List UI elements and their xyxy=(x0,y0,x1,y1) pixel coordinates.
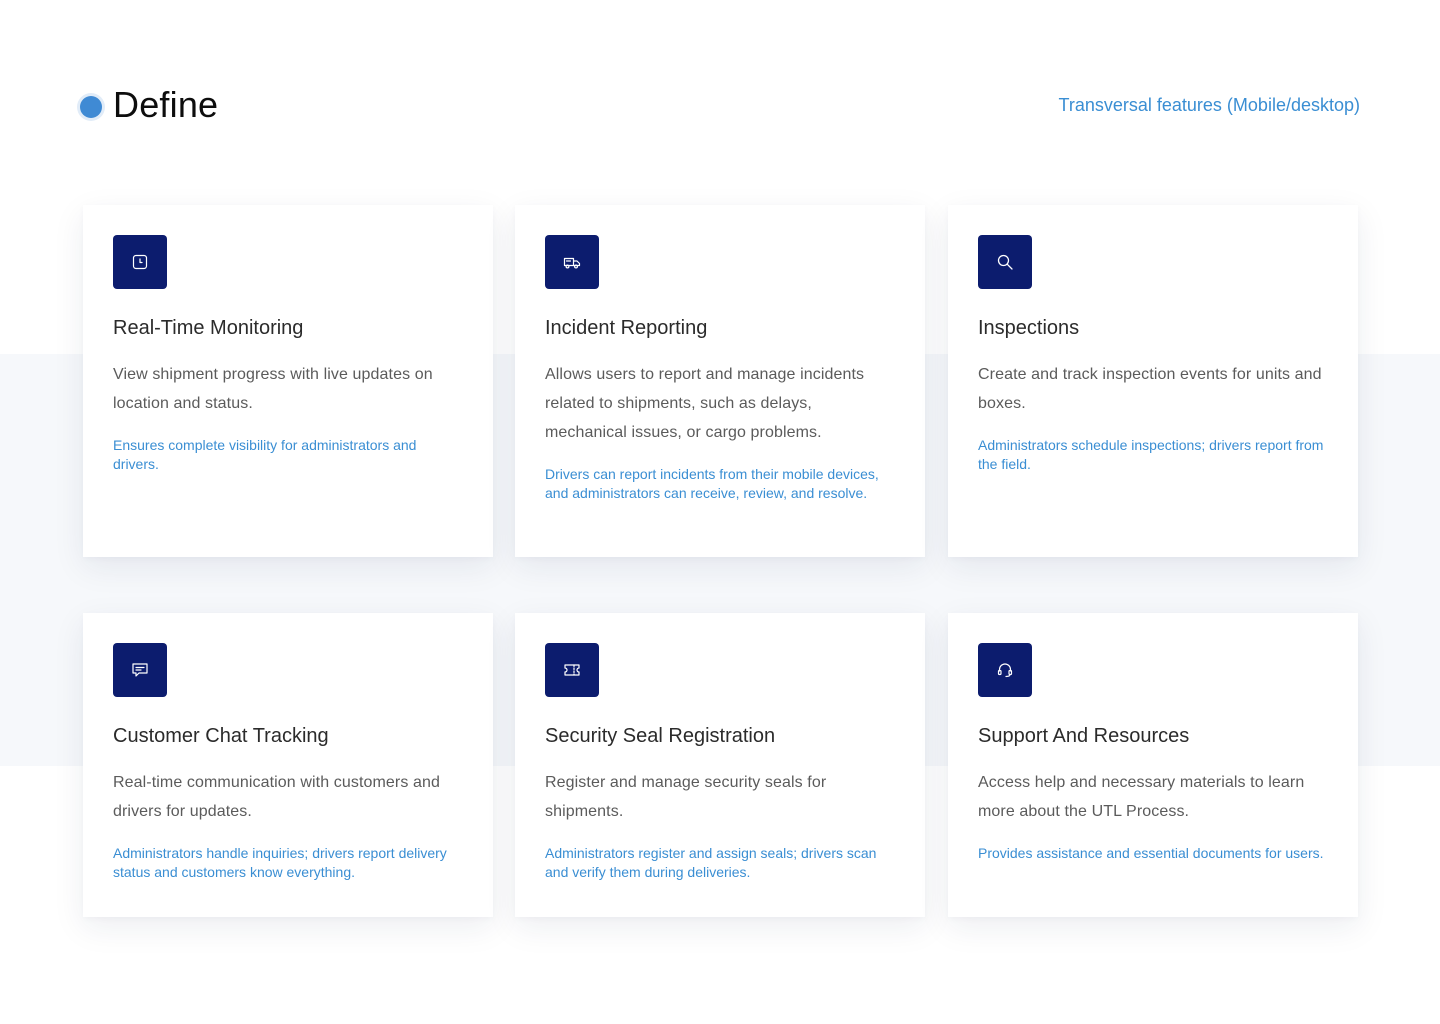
feature-card-security-seal-registration: Security Seal Registration Register and … xyxy=(515,613,925,917)
transversal-features-link[interactable]: Transversal features (Mobile/desktop) xyxy=(1059,95,1360,116)
card-title: Real-Time Monitoring xyxy=(113,317,304,339)
seal-ticket-icon xyxy=(545,643,599,697)
card-note: Administrators schedule inspections; dri… xyxy=(978,437,1324,472)
search-icon xyxy=(978,235,1032,289)
card-title: Inspections xyxy=(978,317,1080,339)
bullet-dot-icon xyxy=(80,96,102,118)
card-description: Allows users to report and manage incide… xyxy=(545,366,865,441)
headset-icon xyxy=(978,643,1032,697)
card-description: Create and track inspection events for u… xyxy=(978,366,1322,412)
card-note: Provides assistance and essential docume… xyxy=(978,845,1324,861)
clock-icon xyxy=(113,235,167,289)
card-note: Drivers can report incidents from their … xyxy=(545,466,879,501)
feature-card-real-time-monitoring: Real-Time Monitoring View shipment progr… xyxy=(83,205,493,557)
card-description: Real-time communication with customers a… xyxy=(113,774,440,820)
page-header: Define Transversal features (Mobile/desk… xyxy=(80,82,1360,132)
chat-icon xyxy=(113,643,167,697)
card-description: Access help and necessary materials to l… xyxy=(978,774,1305,820)
feature-card-support-and-resources: Support And Resources Access help and ne… xyxy=(948,613,1358,917)
card-note: Administrators register and assign seals… xyxy=(545,845,877,880)
feature-card-incident-reporting: Incident Reporting Allows users to repor… xyxy=(515,205,925,557)
card-note: Ensures complete visibility for administ… xyxy=(113,437,417,472)
truck-icon xyxy=(545,235,599,289)
feature-card-inspections: Inspections Create and track inspection … xyxy=(948,205,1358,557)
card-title: Customer Chat Tracking xyxy=(113,725,329,747)
card-title: Incident Reporting xyxy=(545,317,708,339)
feature-card-customer-chat-tracking: Customer Chat Tracking Real-time communi… xyxy=(83,613,493,917)
card-note: Administrators handle inquiries; drivers… xyxy=(113,845,447,880)
card-title: Security Seal Registration xyxy=(545,725,776,747)
card-description: Register and manage security seals for s… xyxy=(545,774,827,820)
card-description: View shipment progress with live updates… xyxy=(113,366,433,412)
card-title: Support And Resources xyxy=(978,725,1190,747)
page-title: Define xyxy=(113,84,219,125)
